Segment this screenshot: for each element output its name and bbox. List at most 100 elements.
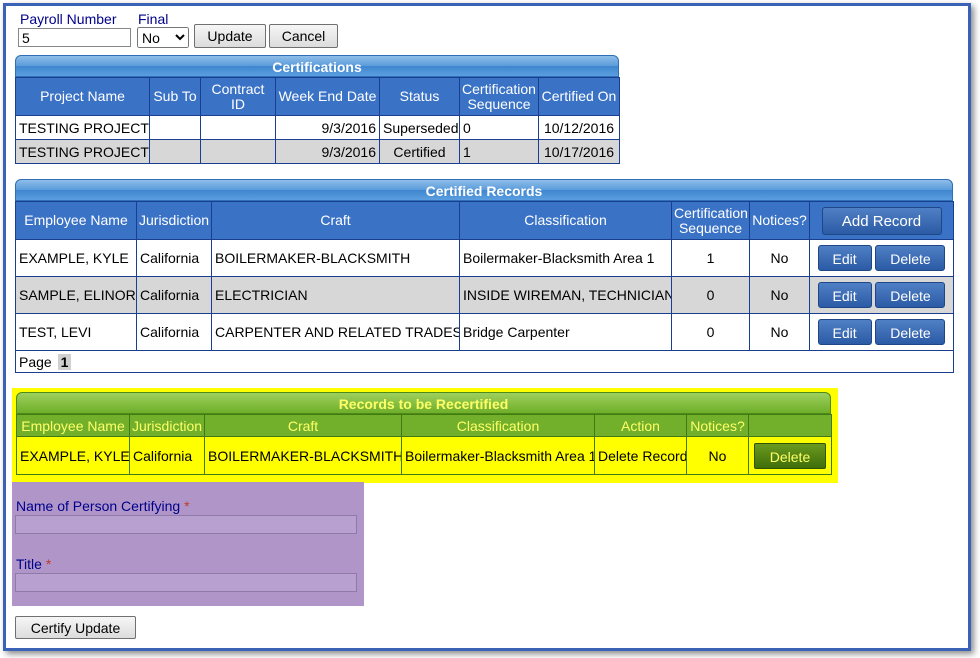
classification-cell: Boilermaker-Blacksmith Area 1 bbox=[401, 436, 595, 475]
col-jurisdiction: Jurisdiction bbox=[136, 201, 212, 240]
required-mark: * bbox=[45, 556, 52, 572]
notices-cell: No bbox=[749, 313, 810, 351]
sequence-cell: 0 bbox=[459, 115, 539, 140]
col-jurisdiction: Jurisdiction bbox=[129, 414, 205, 437]
table-row[interactable]: EXAMPLE, KYLE California BOILERMAKER-BLA… bbox=[15, 239, 954, 277]
certify-update-button[interactable]: Certify Update bbox=[15, 616, 136, 639]
col-project-name: Project Name bbox=[15, 77, 150, 116]
delete-button[interactable]: Delete bbox=[875, 282, 946, 308]
add-record-button[interactable]: Add Record bbox=[821, 206, 942, 235]
page-label: Page bbox=[19, 353, 52, 370]
payroll-number-input[interactable] bbox=[18, 28, 131, 47]
actions-cell: Edit Delete bbox=[809, 276, 954, 314]
final-select[interactable]: No bbox=[137, 27, 189, 48]
sequence-cell: 0 bbox=[671, 313, 750, 351]
final-label: Final bbox=[138, 11, 169, 27]
name-certifying-input[interactable] bbox=[15, 515, 357, 534]
add-record-cell: Add Record bbox=[809, 201, 954, 240]
table-row[interactable]: TEST, LEVI California CARPENTER AND RELA… bbox=[15, 313, 954, 351]
craft-cell: BOILERMAKER-BLACKSMITH bbox=[204, 436, 402, 475]
classification-cell: Bridge Carpenter bbox=[459, 313, 672, 351]
required-mark: * bbox=[184, 498, 190, 514]
col-classification: Classification bbox=[459, 201, 672, 240]
edit-button[interactable]: Edit bbox=[817, 319, 872, 345]
jurisdiction-cell: California bbox=[136, 313, 212, 351]
certifications-table: Project Name Sub To Contract ID Week End… bbox=[15, 77, 620, 164]
col-employee-name: Employee Name bbox=[15, 201, 137, 240]
status-cell: Superseded bbox=[379, 115, 460, 140]
craft-cell: CARPENTER AND RELATED TRADES bbox=[211, 313, 460, 351]
table-row[interactable]: EXAMPLE, KYLE California BOILERMAKER-BLA… bbox=[16, 436, 832, 475]
sequence-cell: 0 bbox=[671, 276, 750, 314]
title-label-text: Title bbox=[16, 556, 42, 572]
sequence-cell: 1 bbox=[459, 139, 539, 164]
employee-name-cell: EXAMPLE, KYLE bbox=[16, 436, 130, 475]
certifications-panel: Certifications Project Name Sub To Contr… bbox=[15, 55, 620, 164]
employee-name-cell: SAMPLE, ELINOR bbox=[15, 276, 137, 314]
sub-to-cell bbox=[149, 115, 201, 140]
col-contract-id: Contract ID bbox=[200, 77, 276, 116]
classification-cell: Boilermaker-Blacksmith Area 1 bbox=[459, 239, 672, 277]
delete-button[interactable]: Delete bbox=[754, 442, 826, 469]
col-notices: Notices? bbox=[686, 414, 749, 437]
notices-cell: No bbox=[749, 239, 810, 277]
certified-records-table: Employee Name Jurisdiction Craft Classif… bbox=[15, 201, 954, 373]
col-delete bbox=[748, 414, 832, 437]
col-sub-to: Sub To bbox=[149, 77, 201, 116]
col-craft: Craft bbox=[211, 201, 460, 240]
col-week-end-date: Week End Date bbox=[275, 77, 380, 116]
col-classification: Classification bbox=[401, 414, 595, 437]
delete-button[interactable]: Delete bbox=[875, 319, 946, 345]
project-name-cell: TESTING PROJECT bbox=[15, 139, 150, 164]
certified-on-cell: 10/17/2016 bbox=[538, 139, 620, 164]
notices-cell: No bbox=[749, 276, 810, 314]
certified-records-panel: Certified Records Employee Name Jurisdic… bbox=[15, 179, 954, 373]
name-certifying-label-text: Name of Person Certifying bbox=[16, 498, 181, 514]
title-label: Title * bbox=[16, 556, 51, 572]
week-end-date-cell: 9/3/2016 bbox=[275, 139, 380, 164]
edit-button[interactable]: Edit bbox=[817, 245, 872, 271]
table-row[interactable]: TESTING PROJECT 9/3/2016 Superseded 0 10… bbox=[15, 115, 620, 140]
week-end-date-cell: 9/3/2016 bbox=[275, 115, 380, 140]
col-notices: Notices? bbox=[749, 201, 810, 240]
action-cell: Delete Record bbox=[594, 436, 687, 475]
contract-id-cell bbox=[200, 115, 276, 140]
jurisdiction-cell: California bbox=[136, 239, 212, 277]
col-certification-sequence: Certification Sequence bbox=[459, 77, 539, 116]
page-number-button[interactable]: 1 bbox=[57, 353, 72, 370]
title-input[interactable] bbox=[15, 573, 357, 592]
col-status: Status bbox=[379, 77, 460, 116]
jurisdiction-cell: California bbox=[129, 436, 205, 475]
employee-name-cell: EXAMPLE, KYLE bbox=[15, 239, 137, 277]
certify-form: Name of Person Certifying * Title * bbox=[12, 482, 364, 606]
name-certifying-label: Name of Person Certifying * bbox=[16, 498, 190, 514]
sequence-cell: 1 bbox=[671, 239, 750, 277]
edit-button[interactable]: Edit bbox=[817, 282, 872, 308]
col-action: Action bbox=[594, 414, 687, 437]
craft-cell: BOILERMAKER-BLACKSMITH bbox=[211, 239, 460, 277]
table-row[interactable]: TESTING PROJECT 9/3/2016 Certified 1 10/… bbox=[15, 139, 620, 164]
employee-name-cell: TEST, LEVI bbox=[15, 313, 137, 351]
recertify-table: Employee Name Jurisdiction Craft Classif… bbox=[16, 414, 832, 475]
classification-cell: INSIDE WIREMAN, TECHNICIAN bbox=[459, 276, 672, 314]
payroll-number-label: Payroll Number bbox=[20, 11, 117, 27]
actions-cell: Edit Delete bbox=[809, 313, 954, 351]
table-row[interactable]: SAMPLE, ELINOR California ELECTRICIAN IN… bbox=[15, 276, 954, 314]
jurisdiction-cell: California bbox=[136, 276, 212, 314]
delete-button[interactable]: Delete bbox=[875, 245, 946, 271]
delete-cell: Delete bbox=[748, 436, 832, 475]
notices-cell: No bbox=[686, 436, 749, 475]
craft-cell: ELECTRICIAN bbox=[211, 276, 460, 314]
col-craft: Craft bbox=[204, 414, 402, 437]
contract-id-cell bbox=[200, 139, 276, 164]
col-certified-on: Certified On bbox=[538, 77, 620, 116]
status-cell: Certified bbox=[379, 139, 460, 164]
project-name-cell: TESTING PROJECT bbox=[15, 115, 150, 140]
recertify-title: Records to be Recertified bbox=[16, 392, 831, 414]
actions-cell: Edit Delete bbox=[809, 239, 954, 277]
update-button[interactable]: Update bbox=[194, 24, 266, 48]
certifications-title: Certifications bbox=[15, 55, 619, 77]
certified-records-title: Certified Records bbox=[15, 179, 953, 201]
col-employee-name: Employee Name bbox=[16, 414, 130, 437]
cancel-button[interactable]: Cancel bbox=[269, 24, 338, 48]
